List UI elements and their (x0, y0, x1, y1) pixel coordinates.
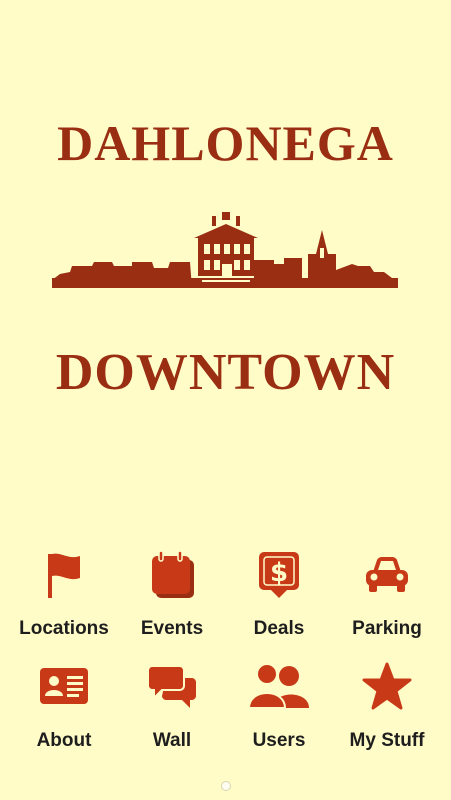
menu-item-parking[interactable]: Parking (331, 550, 443, 660)
menu-item-locations[interactable]: Locations (8, 550, 120, 660)
menu-item-deals[interactable]: $ Deals (223, 550, 335, 660)
page-indicator-dot (221, 781, 231, 791)
menu-item-users[interactable]: Users (223, 662, 335, 772)
calendar-icon (152, 550, 194, 598)
dollar-tag-icon: $ (259, 552, 299, 598)
svg-text:$: $ (270, 558, 288, 588)
menu-item-about[interactable]: About (8, 662, 120, 772)
menu-label-locations: Locations (19, 618, 109, 639)
car-icon (366, 557, 408, 592)
menu-label-deals: Deals (253, 618, 305, 639)
menu-label-users: Users (252, 730, 306, 751)
town-skyline-logo (52, 212, 398, 288)
menu-item-events[interactable]: Events (116, 550, 228, 660)
id-card-icon (40, 668, 88, 704)
chat-bubbles-icon (147, 665, 196, 708)
menu-label-wall: Wall (152, 730, 192, 751)
menu-label-parking: Parking (352, 618, 422, 639)
flag-icon (48, 553, 80, 598)
menu-label-events: Events (140, 618, 204, 639)
menu-label-my-stuff: My Stuff (349, 730, 425, 751)
star-icon (362, 662, 412, 710)
menu-item-wall[interactable]: Wall (116, 662, 228, 772)
users-icon (247, 663, 309, 709)
menu-item-my-stuff[interactable]: My Stuff (331, 662, 443, 772)
menu-label-about: About (36, 730, 92, 751)
app-title-top: DAHLONEGA (57, 115, 394, 171)
app-title-bottom: DOWNTOWN (55, 344, 396, 401)
